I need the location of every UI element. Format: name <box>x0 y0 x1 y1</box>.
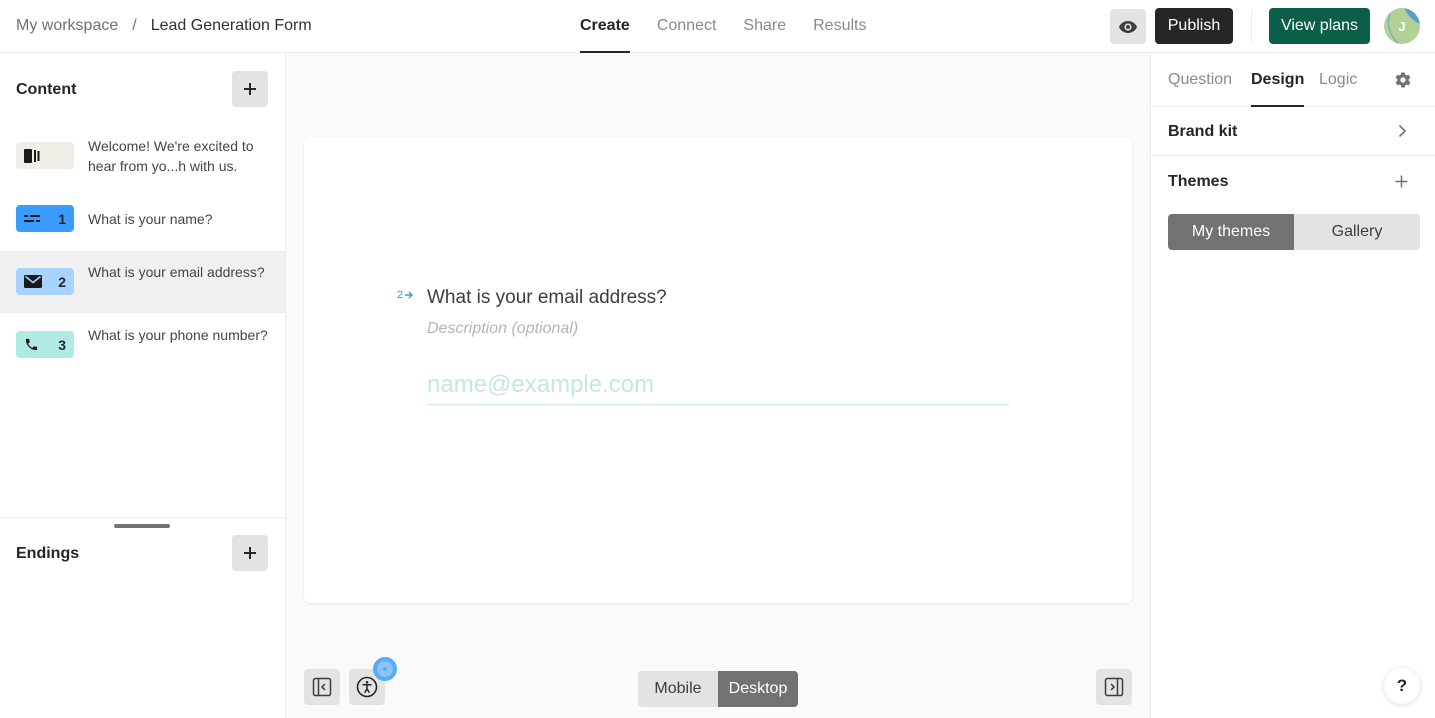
endings-title: Endings <box>16 545 80 562</box>
panel-tabs: Question Design Logic <box>1151 53 1435 107</box>
welcome-screen-icon <box>24 148 40 163</box>
preview-button[interactable] <box>1110 9 1146 44</box>
brand-kit-row[interactable]: Brand kit <box>1151 107 1435 156</box>
plus-icon <box>244 83 256 95</box>
tab-results[interactable]: Results <box>813 0 866 53</box>
device-desktop-option[interactable]: Desktop <box>718 671 798 707</box>
breadcrumb-separator: / <box>132 17 137 34</box>
tab-logic[interactable]: Logic <box>1319 71 1357 107</box>
content-title: Content <box>16 81 77 98</box>
my-themes-option[interactable]: My themes <box>1168 214 1294 250</box>
accessibility-notification-dot[interactable] <box>373 657 397 681</box>
block-number: 1 <box>58 210 66 227</box>
envelope-icon <box>24 275 42 288</box>
add-content-button[interactable] <box>232 71 268 107</box>
add-theme-icon[interactable] <box>1395 175 1408 188</box>
block-badge <box>16 142 74 169</box>
tab-connect[interactable]: Connect <box>657 0 717 53</box>
phone-icon <box>25 338 38 351</box>
avatar-initial: J <box>1398 18 1406 34</box>
resize-handle[interactable] <box>114 524 170 528</box>
brand-kit-label: Brand kit <box>1168 123 1238 140</box>
breadcrumb-form-name[interactable]: Lead Generation Form <box>151 17 312 35</box>
block-badge: 2 <box>16 268 74 295</box>
block-number: 3 <box>58 336 66 353</box>
plus-icon <box>244 547 256 559</box>
block-item-1[interactable]: 1 What is your name? <box>0 188 285 250</box>
panel-collapse-left-icon <box>312 677 332 697</box>
email-answer-input[interactable] <box>427 365 1009 405</box>
help-button[interactable]: ? <box>1384 668 1420 704</box>
block-number: 2 <box>58 273 66 290</box>
short-text-icon <box>24 214 40 222</box>
themes-row: Themes <box>1151 157 1435 206</box>
divider <box>1251 10 1252 43</box>
block-text: What is your name? <box>88 211 213 227</box>
add-ending-button[interactable] <box>232 535 268 571</box>
tab-share[interactable]: Share <box>743 0 786 53</box>
view-plans-button[interactable]: View plans <box>1269 8 1370 44</box>
block-text: Welcome! We're excited to hear from yo..… <box>88 138 254 174</box>
question-number-value: 2 <box>397 289 404 301</box>
tab-create[interactable]: Create <box>580 0 630 53</box>
main-nav-tabs: Create Connect Share Results <box>580 0 866 53</box>
breadcrumb: My workspace / Lead Generation Form <box>16 17 312 35</box>
question-title[interactable]: What is your email address? <box>427 287 667 309</box>
block-badge: 3 <box>16 331 74 358</box>
question-description[interactable]: Description (optional) <box>427 320 578 338</box>
content-sidebar: Content Welcome! We're excited to hear f… <box>0 53 286 718</box>
endings-section: Endings <box>0 517 285 718</box>
panel-collapse-right-icon <box>1104 677 1124 697</box>
tab-question[interactable]: Question <box>1168 71 1232 107</box>
block-item-welcome[interactable]: Welcome! We're excited to hear from yo..… <box>0 125 285 187</box>
design-panel: Question Design Logic Brand kit Themes M… <box>1150 53 1435 718</box>
themes-toggle: My themes Gallery <box>1168 214 1420 250</box>
tab-design[interactable]: Design <box>1251 71 1305 107</box>
form-canvas: 2 What is your email address? Descriptio… <box>286 53 1150 718</box>
question-number: 2 <box>397 289 414 301</box>
block-item-2[interactable]: 2 What is your email address? <box>0 251 285 313</box>
top-bar: My workspace / Lead Generation Form Crea… <box>0 0 1435 53</box>
gallery-option[interactable]: Gallery <box>1294 214 1420 250</box>
publish-button[interactable]: Publish <box>1155 8 1233 44</box>
block-item-3[interactable]: 3 What is your phone number? <box>0 314 285 376</box>
device-mobile-option[interactable]: Mobile <box>638 671 718 707</box>
eye-icon <box>1119 20 1137 33</box>
collapse-right-panel-button[interactable] <box>1096 669 1132 705</box>
form-preview-card[interactable]: 2 What is your email address? Descriptio… <box>304 137 1132 603</box>
device-toggle: Mobile Desktop <box>638 671 798 707</box>
chevron-right-icon <box>1398 124 1407 138</box>
accessibility-icon <box>356 676 378 698</box>
themes-label: Themes <box>1168 173 1229 190</box>
block-text: What is your phone number? <box>88 327 268 343</box>
avatar[interactable]: J <box>1384 8 1420 44</box>
breadcrumb-workspace-link[interactable]: My workspace <box>16 17 118 35</box>
block-badge: 1 <box>16 205 74 232</box>
arrow-right-icon <box>405 291 414 299</box>
collapse-left-panel-button[interactable] <box>304 669 340 705</box>
block-text: What is your email address? <box>88 264 265 280</box>
gear-icon[interactable] <box>1394 71 1412 89</box>
